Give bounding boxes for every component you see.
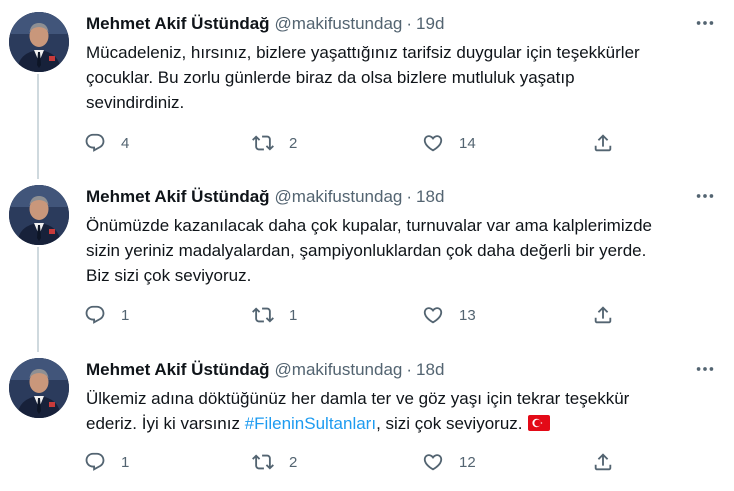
separator-dot: · [406,14,413,33]
hashtag-link[interactable]: #FileninSultanları [245,414,376,433]
reply-icon [83,303,107,327]
author-name[interactable]: Mehmet Akif Üstündağ [86,187,270,207]
tweet-text-line: Mücadeleniz, hırsınız, bizlere yaşattığı… [86,43,640,62]
like-button[interactable]: 12 [421,450,476,474]
author-name[interactable]: Mehmet Akif Üstündağ [86,14,270,34]
heart-icon [421,131,445,155]
author-name[interactable]: Mehmet Akif Üstündağ [86,360,270,380]
tweet-timestamp[interactable]: 18d [416,187,444,207]
separator-dot: · [406,360,413,379]
retweet-icon [251,450,275,474]
like-button[interactable]: 13 [421,303,476,327]
share-button[interactable] [591,303,615,327]
retweet-button[interactable]: 2 [251,131,297,155]
share-icon [591,450,615,474]
avatar[interactable] [9,185,69,245]
tweet-header: Mehmet Akif Üstündağ @makifustundag · 18… [86,185,444,209]
tweet-actions: 1 2 12 [83,450,643,474]
tweet-text-line: sevindirdiniz. [86,93,185,112]
author-handle[interactable]: @makifustundag [275,360,403,380]
tweet-timestamp[interactable]: 19d [416,14,444,34]
tweet-text-line: çocuklar. Bu zorlu günlerde biraz da ols… [86,68,575,87]
heart-icon [421,450,445,474]
tweet[interactable]: Mehmet Akif Üstündağ @makifustundag · 18… [0,173,734,346]
tweet-header: Mehmet Akif Üstündağ @makifustundag · 18… [86,358,444,382]
more-icon[interactable] [694,12,716,34]
share-icon [591,303,615,327]
retweet-count: 1 [289,306,298,324]
more-icon[interactable] [694,358,716,380]
share-button[interactable] [591,131,615,155]
like-count: 14 [459,134,476,152]
tweet-actions: 1 1 13 [83,303,643,327]
tweet-text-line: Önümüzde kazanılacak daha çok kupalar, t… [86,216,653,235]
like-count: 12 [459,453,476,471]
reply-icon [83,450,107,474]
separator-dot: · [406,187,413,206]
reply-button[interactable]: 1 [83,303,129,327]
like-count: 13 [459,306,476,324]
reply-count: 1 [121,453,130,471]
retweet-button[interactable]: 2 [251,450,297,474]
tweet-text: Mücadeleniz, hırsınız, bizlere yaşattığı… [86,40,718,115]
reply-count: 4 [121,134,130,152]
tweet-text-line: Biz sizi çok seviyoruz. [86,266,252,285]
thread-connector [37,173,39,179]
retweet-count: 2 [289,453,298,471]
tweet-text-segment: , sizi çok seviyoruz. [376,414,523,433]
tweet[interactable]: Mehmet Akif Üstündağ @makifustundag · 19… [0,0,734,173]
tweet-text-line: ederiz. İyi ki varsınız #FileninSultanla… [86,411,718,438]
thread-connector [37,346,39,352]
tweet-text-line: sizin yeriniz madalyalardan, şampiyonluk… [86,241,647,260]
retweet-count: 2 [289,134,298,152]
reply-button[interactable]: 4 [83,131,129,155]
share-button[interactable] [591,450,615,474]
retweet-icon [251,303,275,327]
more-icon[interactable] [694,185,716,207]
heart-icon [421,303,445,327]
reply-count: 1 [121,306,130,324]
turkey-flag-icon [527,413,550,438]
author-handle[interactable]: @makifustundag [275,14,403,34]
thread-connector [37,74,39,173]
share-icon [591,131,615,155]
like-button[interactable]: 14 [421,131,476,155]
tweet-timestamp[interactable]: 18d [416,360,444,380]
author-handle[interactable]: @makifustundag [275,187,403,207]
reply-button[interactable]: 1 [83,450,129,474]
thread-connector [37,247,39,346]
retweet-button[interactable]: 1 [251,303,297,327]
tweet-text-line: Ülkemiz adına döktüğünüz her damla ter v… [86,389,630,408]
retweet-icon [251,131,275,155]
avatar[interactable] [9,12,69,72]
tweet[interactable]: Mehmet Akif Üstündağ @makifustundag · 18… [0,346,734,491]
avatar[interactable] [9,358,69,418]
tweet-text: Ülkemiz adına döktüğünüz her damla ter v… [86,386,718,438]
tweet-header: Mehmet Akif Üstündağ @makifustundag · 19… [86,12,444,36]
tweet-actions: 4 2 14 [83,131,643,155]
tweet-text: Önümüzde kazanılacak daha çok kupalar, t… [86,213,718,288]
tweet-text-segment: ederiz. İyi ki varsınız [86,414,245,433]
reply-icon [83,131,107,155]
